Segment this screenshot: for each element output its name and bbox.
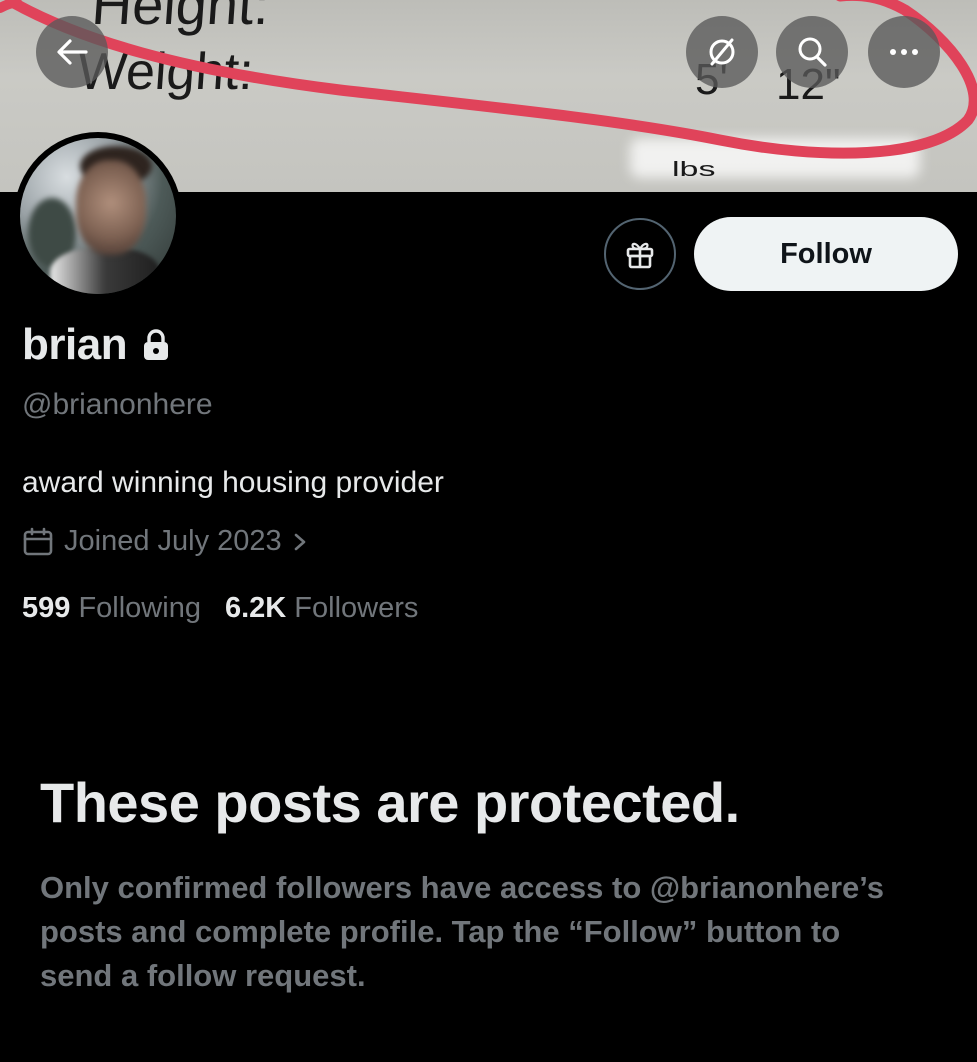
follow-stats: 599 Following 6.2K Followers xyxy=(22,592,418,625)
following-count: 599 xyxy=(22,592,71,624)
gift-button[interactable] xyxy=(604,218,676,290)
circle-arrows-icon xyxy=(709,38,735,66)
profile-name: brian xyxy=(22,320,128,369)
profile-name-row: brian xyxy=(22,320,171,370)
protected-title: These posts are protected. xyxy=(40,771,740,834)
avatar-image xyxy=(20,138,176,294)
following-link[interactable]: 599 Following xyxy=(22,592,201,625)
arrow-left-icon xyxy=(57,39,88,65)
search-button[interactable] xyxy=(776,16,848,88)
gift-icon xyxy=(626,242,654,269)
calendar-icon xyxy=(23,527,53,555)
boost-button[interactable] xyxy=(686,16,758,88)
protected-description: Only confirmed followers have access to … xyxy=(40,870,884,993)
follow-button[interactable]: Follow xyxy=(694,217,958,291)
followers-count: 6.2K xyxy=(224,592,287,624)
back-button[interactable] xyxy=(36,16,108,88)
avatar[interactable] xyxy=(14,132,182,300)
followers-label: Followers xyxy=(294,592,419,624)
lock-icon xyxy=(144,329,169,360)
profile-bio: award winning housing provider xyxy=(22,466,444,499)
followers-link[interactable]: 6.2K Followers xyxy=(225,592,418,625)
more-button[interactable] xyxy=(868,16,940,88)
search-icon xyxy=(798,37,827,67)
joined-date[interactable]: Joined July 2023 xyxy=(22,525,308,558)
ellipsis-icon xyxy=(890,49,918,55)
following-label: Following xyxy=(78,592,201,624)
joined-label: Joined July 2023 xyxy=(64,525,282,557)
profile-handle: @brianonhere xyxy=(22,388,213,421)
chevron-right-icon xyxy=(294,533,305,550)
